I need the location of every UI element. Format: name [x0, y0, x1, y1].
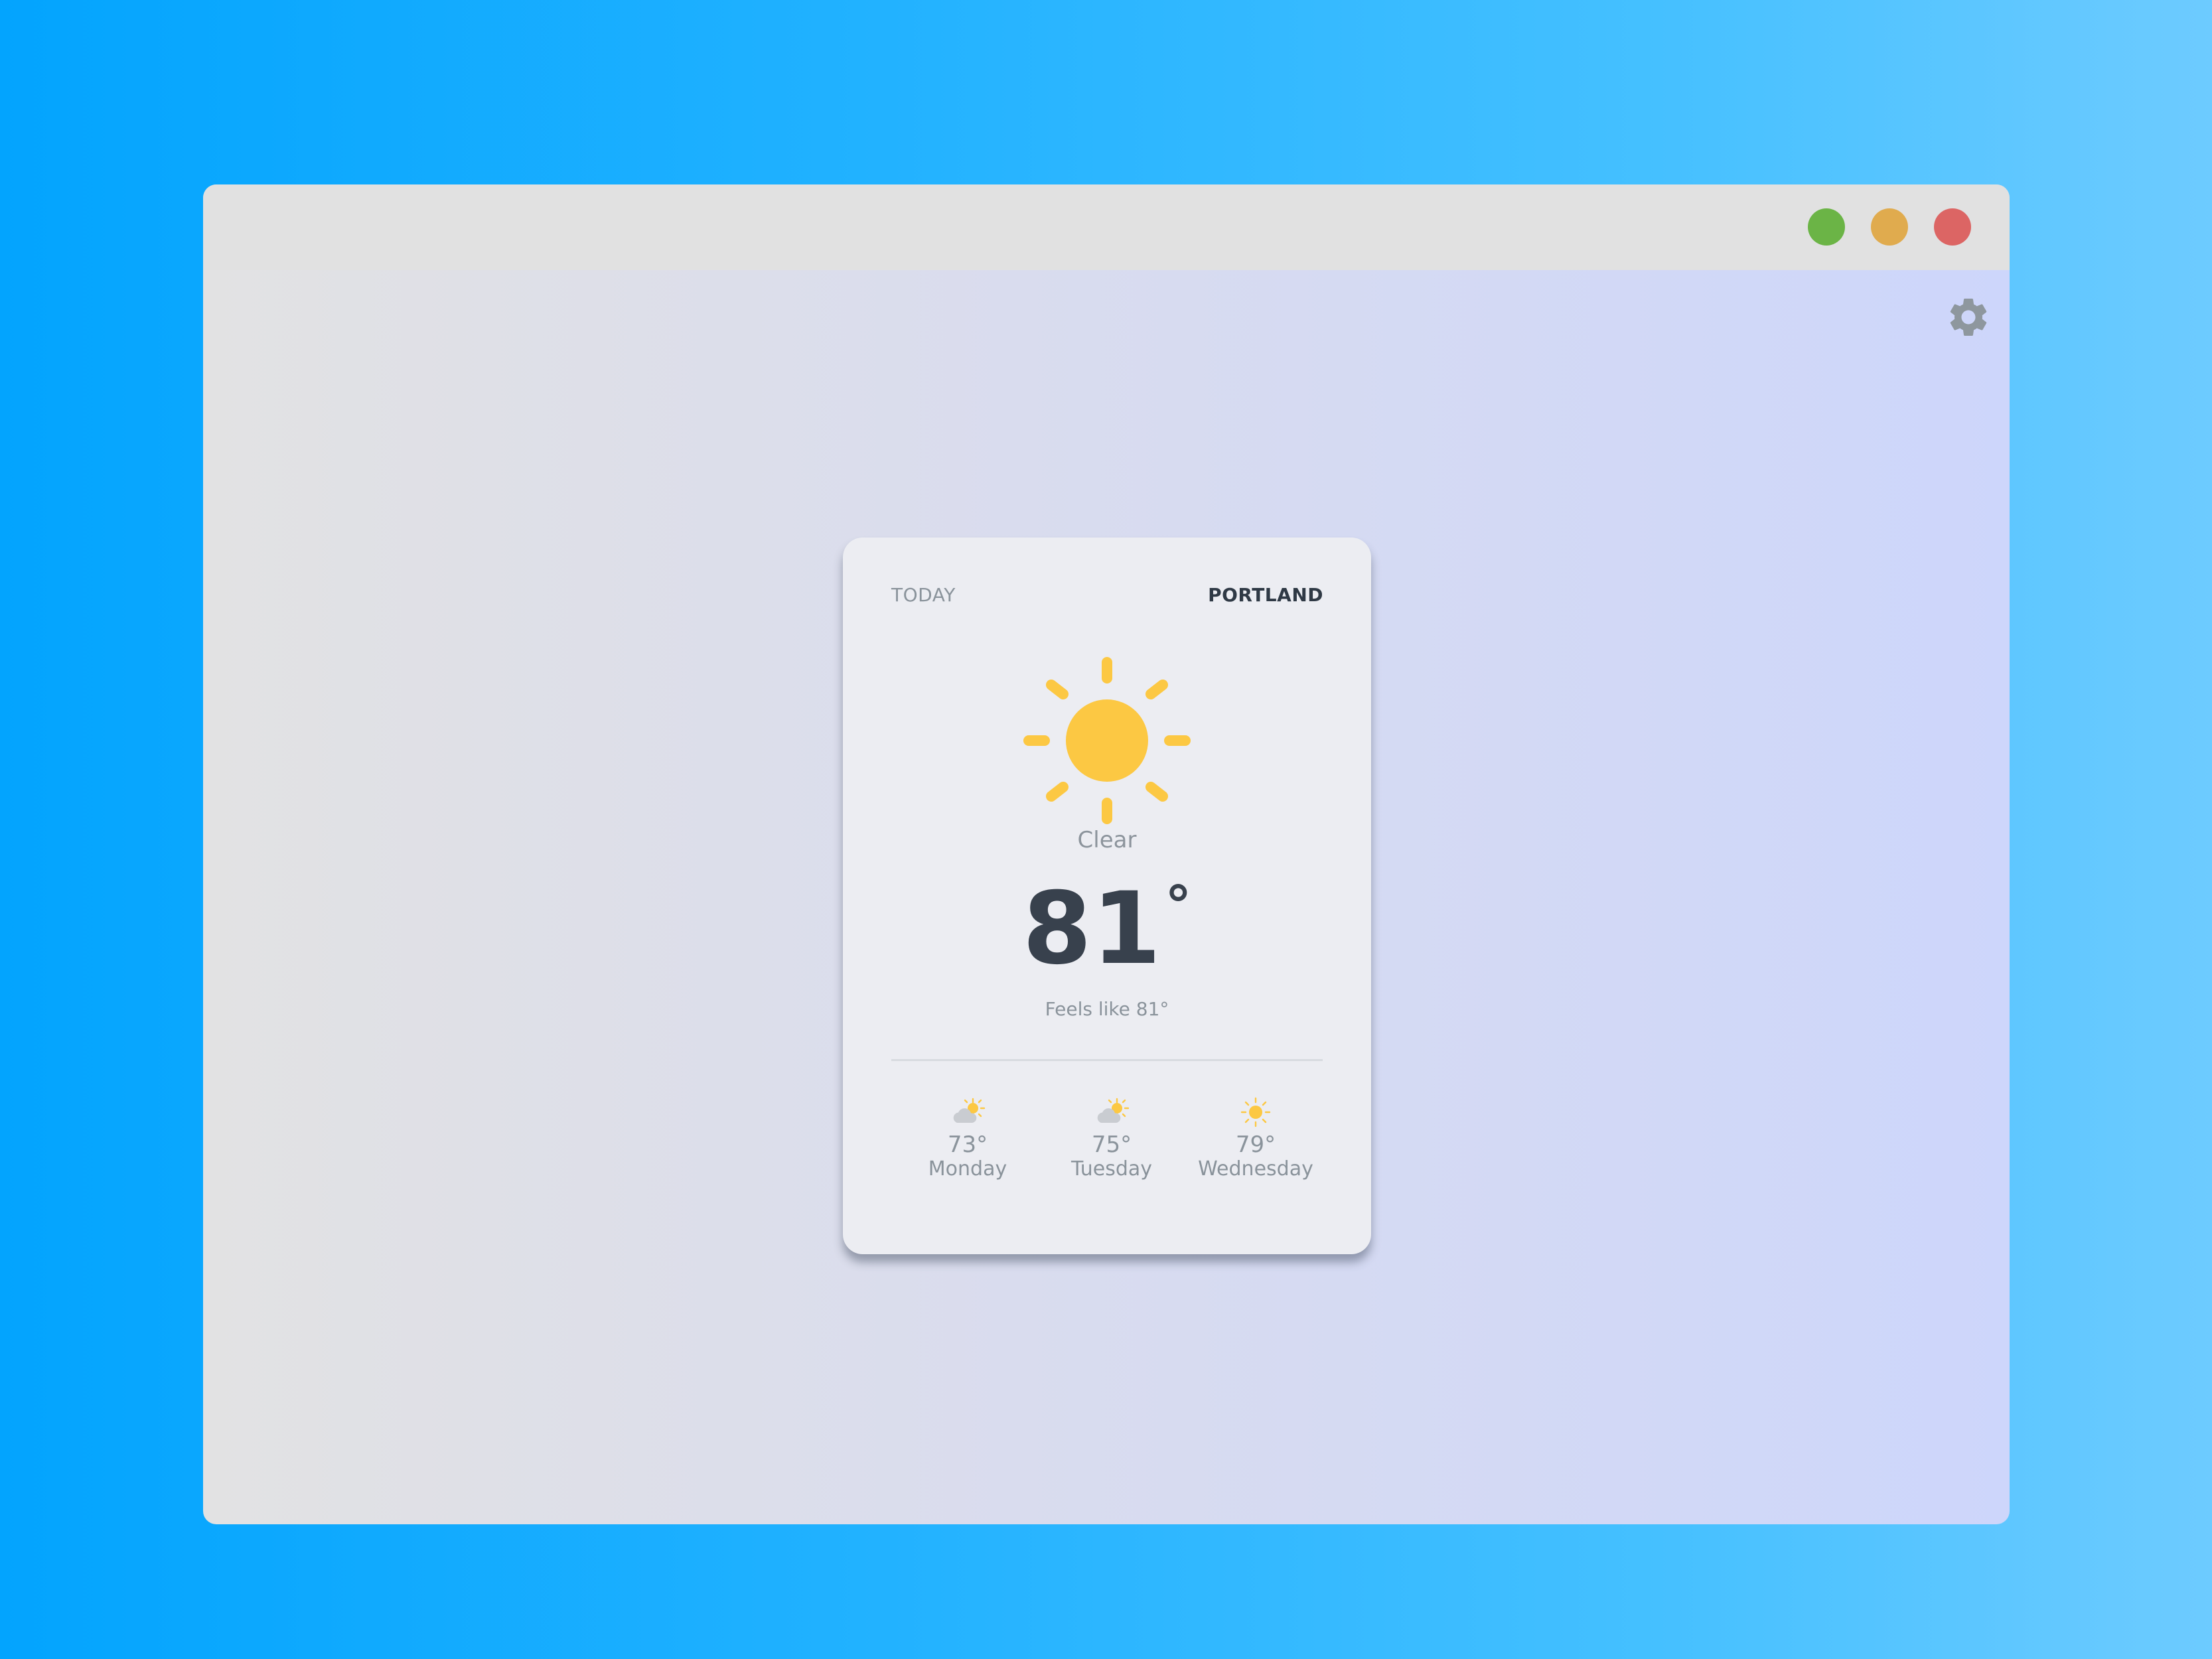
forecast-day-name: Tuesday: [1070, 1157, 1153, 1181]
minimize-button[interactable]: [1871, 208, 1908, 246]
maximize-button[interactable]: [1808, 208, 1845, 246]
divider: [891, 1059, 1323, 1061]
condition-text: Clear: [1077, 827, 1137, 853]
weather-card: TODAY PORTLAND Clear 81° Feels like 81°: [843, 538, 1371, 1254]
forecast-day: 75° Tuesday: [1045, 1095, 1178, 1181]
city-name: PORTLAND: [1208, 584, 1323, 606]
forecast-temp: 79°: [1235, 1131, 1276, 1158]
forecast-day: 73° Monday: [901, 1095, 1034, 1181]
temperature-value: 81: [1022, 871, 1161, 987]
forecast-list: 73° Monday 75° Tuesday 79° Wednesday: [891, 1095, 1323, 1194]
forecast-day-name: Wednesday: [1198, 1157, 1313, 1181]
gear-icon[interactable]: [1945, 294, 1992, 340]
forecast-day-name: Monday: [928, 1157, 1007, 1181]
feels-like: Feels like 81°: [1045, 998, 1169, 1020]
forecast-day: 79° Wednesday: [1189, 1095, 1322, 1181]
today-label: TODAY: [891, 584, 956, 606]
current-temperature: 81°: [843, 875, 1371, 983]
forecast-temp: 75°: [1091, 1131, 1132, 1158]
forecast-temp: 73°: [947, 1131, 988, 1158]
partly-cloudy-icon: [1097, 1098, 1130, 1123]
partly-cloudy-icon: [953, 1098, 986, 1123]
sun-icon: [1023, 657, 1191, 824]
degree-symbol: °: [1165, 875, 1192, 936]
sun-icon: [1240, 1097, 1271, 1127]
close-button[interactable]: [1934, 208, 1971, 246]
title-bar: [203, 184, 2010, 270]
app-window: TODAY PORTLAND Clear 81° Feels like 81°: [203, 184, 2010, 1524]
